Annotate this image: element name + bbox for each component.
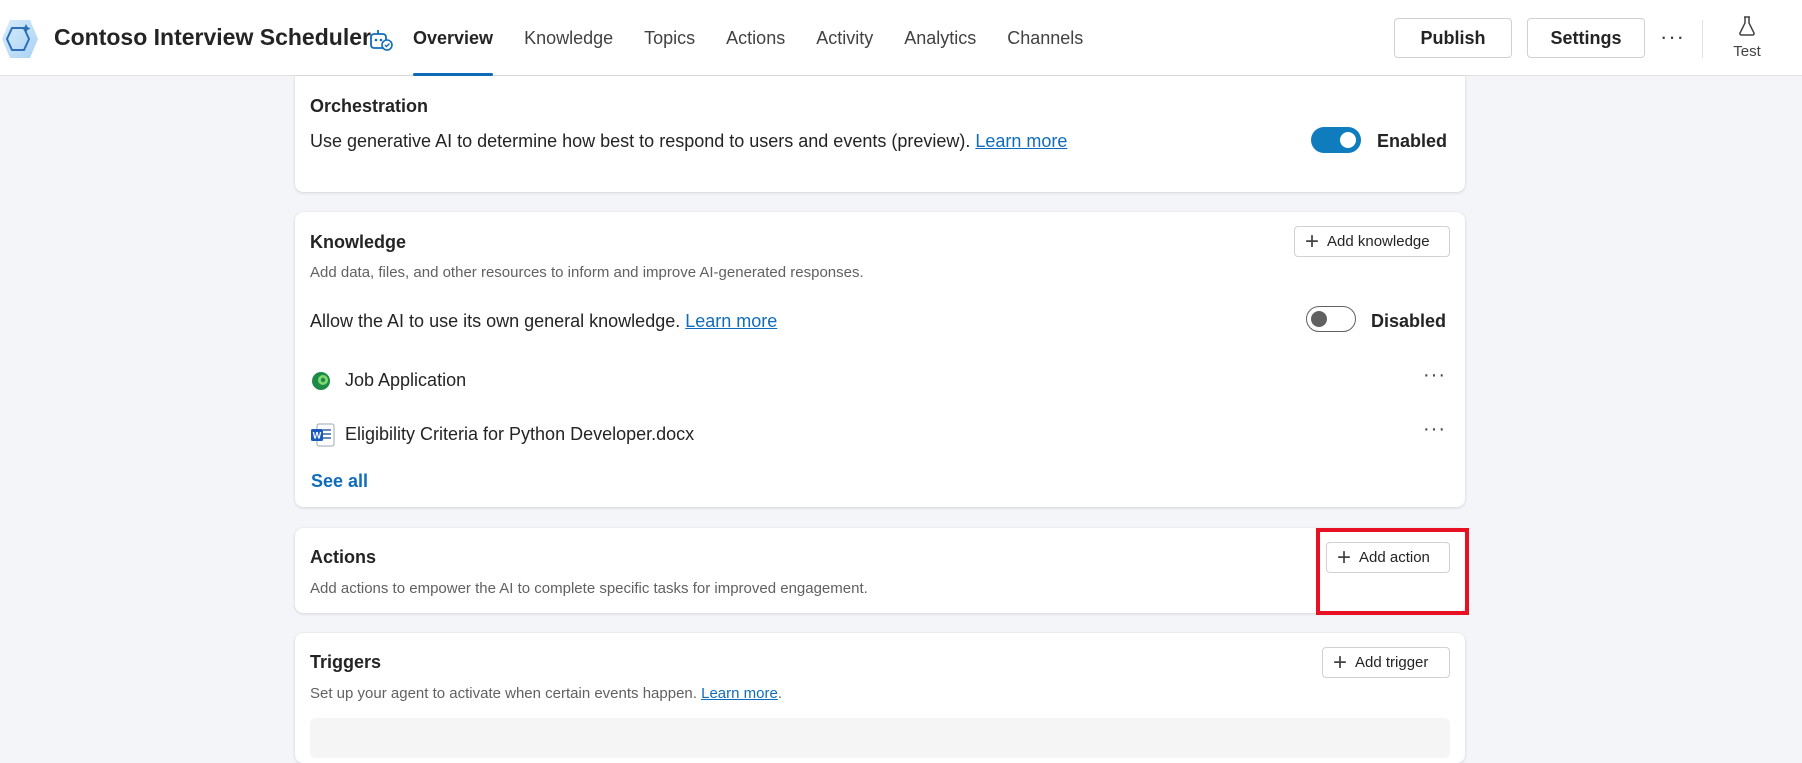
knowledge-learn-more-link[interactable]: Learn more	[685, 311, 777, 331]
triggers-card: Triggers + Add trigger Set up your agent…	[295, 633, 1465, 763]
plus-icon: +	[1305, 227, 1320, 255]
dataverse-icon	[312, 372, 330, 390]
add-knowledge-label: Add knowledge	[1327, 233, 1430, 250]
knowledge-item-more-icon[interactable]: ···	[1423, 364, 1446, 387]
add-knowledge-button[interactable]: + Add knowledge	[1294, 226, 1450, 257]
tab-actions[interactable]: Actions	[726, 0, 785, 76]
tab-overview[interactable]: Overview	[413, 0, 494, 76]
triggers-period: .	[777, 685, 782, 702]
general-knowledge-toggle-label: Disabled	[1371, 311, 1447, 331]
triggers-learn-more-link[interactable]: Learn more	[701, 685, 778, 702]
flask-icon	[1739, 16, 1755, 36]
orchestration-toggle[interactable]	[1311, 127, 1361, 153]
svg-text:W: W	[313, 431, 322, 441]
triggers-empty-area	[310, 718, 1450, 758]
app-title: Contoso Interview Scheduler	[54, 24, 371, 50]
copilot-hexagon-icon[interactable]	[0, 18, 38, 60]
actions-title: Actions	[310, 547, 377, 567]
triggers-description-text: Set up your agent to activate when certa…	[310, 685, 697, 702]
knowledge-item-more-icon[interactable]: ···	[1423, 418, 1446, 441]
actions-description: Add actions to empower the AI to complet…	[310, 580, 868, 597]
main-tabs: Overview Knowledge Topics Actions Activi…	[413, 0, 1114, 76]
settings-button[interactable]: Settings	[1527, 18, 1645, 58]
actions-card: Actions + Add action Add actions to empo…	[295, 528, 1465, 613]
word-doc-icon: W	[311, 423, 335, 447]
top-bar: Contoso Interview Scheduler Overview Kno…	[0, 0, 1802, 76]
knowledge-item-label: Eligibility Criteria for Python Develope…	[345, 424, 695, 444]
knowledge-description: Add data, files, and other resources to …	[310, 264, 864, 281]
knowledge-item[interactable]: Job Application	[310, 366, 1450, 396]
knowledge-general-text: Allow the AI to use its own general know…	[310, 311, 777, 332]
test-label: Test	[1733, 43, 1761, 60]
orchestration-toggle-label: Enabled	[1377, 131, 1448, 151]
orchestration-description-text: Use generative AI to determine how best …	[310, 131, 971, 151]
see-all-link[interactable]: See all	[311, 471, 368, 492]
add-trigger-button[interactable]: + Add trigger	[1322, 647, 1450, 678]
general-knowledge-toggle[interactable]	[1306, 306, 1356, 332]
orchestration-card: Orchestration Use generative AI to deter…	[295, 76, 1465, 192]
orchestration-title: Orchestration	[310, 96, 429, 116]
more-options-icon[interactable]: ···	[1660, 24, 1685, 50]
highlight-box	[1316, 528, 1469, 615]
knowledge-title: Knowledge	[310, 232, 407, 252]
knowledge-general-label: Allow the AI to use its own general know…	[310, 311, 681, 331]
knowledge-item-label: Job Application	[345, 370, 467, 390]
add-trigger-label: Add trigger	[1355, 654, 1429, 671]
knowledge-item[interactable]: W Eligibility Criteria for Python Develo…	[310, 420, 1450, 450]
publish-button[interactable]: Publish	[1394, 18, 1512, 58]
test-button[interactable]: Test	[1718, 16, 1776, 62]
tab-analytics[interactable]: Analytics	[904, 0, 976, 76]
orchestration-description: Use generative AI to determine how best …	[310, 131, 1067, 152]
plus-icon: +	[1333, 648, 1348, 676]
knowledge-card: Knowledge + Add knowledge Add data, file…	[295, 212, 1465, 507]
tab-channels[interactable]: Channels	[1007, 0, 1083, 76]
toolbar-divider	[1702, 20, 1703, 58]
triggers-description: Set up your agent to activate when certa…	[310, 685, 782, 702]
tab-activity[interactable]: Activity	[816, 0, 873, 76]
triggers-title: Triggers	[310, 652, 382, 672]
agent-bot-icon[interactable]	[368, 27, 394, 53]
tab-knowledge[interactable]: Knowledge	[524, 0, 613, 76]
orchestration-learn-more-link[interactable]: Learn more	[975, 131, 1067, 151]
tab-topics[interactable]: Topics	[644, 0, 695, 76]
